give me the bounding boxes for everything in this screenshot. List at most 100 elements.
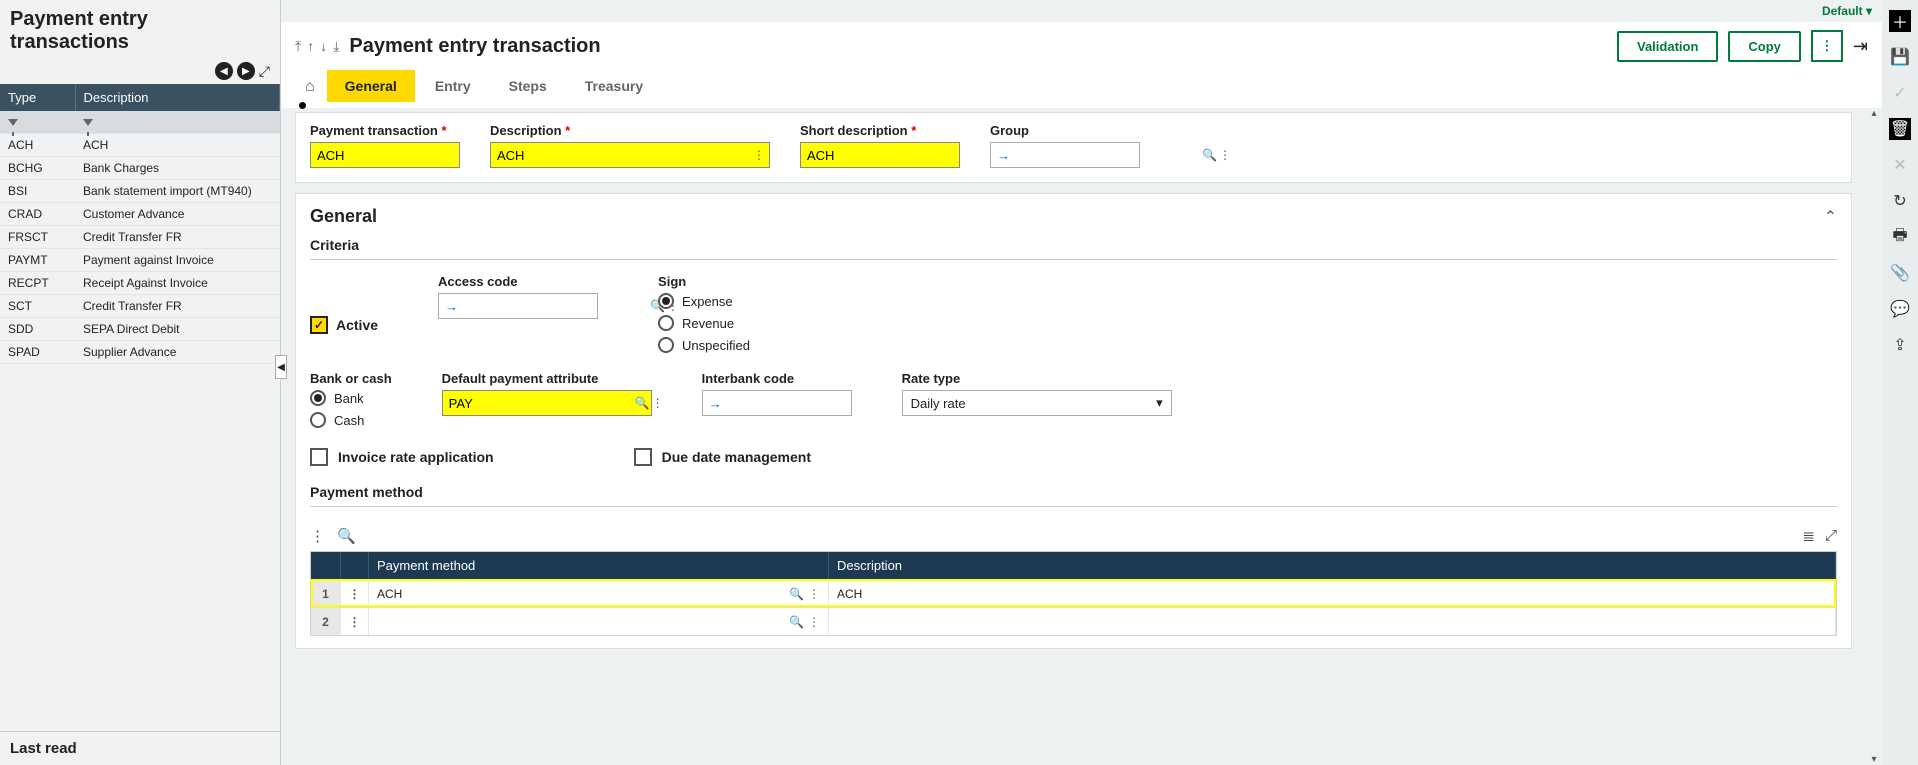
first-record-icon[interactable]: ⤒: [295, 38, 301, 55]
payment-transaction-input[interactable]: 🔍⋮: [310, 142, 460, 168]
default-payment-attr-input[interactable]: 🔍⋮: [442, 390, 652, 416]
more-icon[interactable]: ⋮: [753, 148, 765, 162]
left-panel: Payment entry transactions ◀ ▶ ⤢ Type De…: [0, 0, 281, 765]
pm-desc-col-header[interactable]: Description: [829, 552, 1836, 579]
home-tab-icon[interactable]: ⌂: [295, 72, 325, 102]
content-area: Payment transaction * 🔍⋮ Description * ⋮: [281, 108, 1866, 765]
arrow-icon: →: [703, 396, 722, 411]
row-actions-icon[interactable]: ⋮: [341, 580, 369, 607]
more-icon[interactable]: ⋮: [652, 396, 664, 410]
grid-search-icon[interactable]: 🔍: [337, 527, 356, 545]
more-icon[interactable]: ⋮: [808, 587, 820, 601]
pm-col-header[interactable]: Payment method: [369, 552, 829, 579]
last-record-icon[interactable]: ⤓: [333, 38, 339, 55]
left-panel-title: Payment entry transactions: [10, 8, 270, 54]
layers-icon[interactable]: ≣: [1802, 527, 1815, 545]
more-icon[interactable]: ⋮: [808, 615, 820, 629]
next-record-icon[interactable]: ↓: [320, 38, 327, 55]
due-date-label: Due date management: [662, 449, 811, 465]
short-description-input[interactable]: ⋮: [800, 142, 960, 168]
invoice-rate-label: Invoice rate application: [338, 449, 494, 465]
list-item[interactable]: ACHACH: [0, 134, 280, 157]
tab-steps[interactable]: Steps: [491, 70, 565, 102]
bank-radio[interactable]: Bank: [310, 390, 392, 406]
search-icon[interactable]: 🔍: [1202, 148, 1217, 162]
new-record-icon[interactable]: ＋: [1889, 10, 1911, 32]
row-actions-icon[interactable]: ⋮: [341, 608, 369, 635]
description-input[interactable]: ⋮: [490, 142, 770, 168]
tab-general[interactable]: General: [327, 70, 415, 102]
create-icon[interactable]: ✓: [1889, 82, 1911, 104]
access-code-input[interactable]: → 🔍⋮: [438, 293, 598, 319]
col-description-header[interactable]: Description: [75, 84, 280, 111]
collapse-left-panel[interactable]: ◀: [275, 355, 287, 379]
filter-description[interactable]: [75, 111, 280, 134]
prev-record-icon[interactable]: ↑: [307, 38, 314, 55]
share-icon[interactable]: ⇪: [1889, 334, 1911, 356]
cash-radio[interactable]: Cash: [310, 412, 392, 428]
refresh-icon[interactable]: ↻: [1889, 190, 1911, 212]
record-nav: ⤒ ↑ ↓ ⤓: [295, 38, 339, 55]
rate-type-select[interactable]: Daily rate ▾: [902, 390, 1172, 416]
nav-next-icon[interactable]: ▶: [237, 62, 255, 80]
due-date-checkbox[interactable]: [634, 448, 652, 466]
list-item[interactable]: BCHGBank Charges: [0, 157, 280, 180]
list-item[interactable]: SDDSEPA Direct Debit: [0, 318, 280, 341]
chevron-down-icon: ▾: [1156, 395, 1163, 411]
main-header: ⤒ ↑ ↓ ⤓ Payment entry transaction Valida…: [281, 22, 1882, 108]
default-payment-attr-label: Default payment attribute: [442, 371, 652, 386]
sign-unspecified-radio[interactable]: Unspecified: [658, 337, 750, 353]
list-item[interactable]: SCTCredit Transfer FR: [0, 295, 280, 318]
invoice-rate-checkbox[interactable]: [310, 448, 328, 466]
collapse-section-icon[interactable]: ⌃: [1824, 207, 1837, 227]
vertical-scrollbar[interactable]: ▴ ▾: [1866, 108, 1882, 765]
tab-treasury[interactable]: Treasury: [567, 70, 661, 102]
print-icon[interactable]: 🖶: [1889, 226, 1911, 248]
funnel-icon: [8, 119, 18, 126]
list-item[interactable]: FRSCTCredit Transfer FR: [0, 226, 280, 249]
group-input[interactable]: → 🔍⋮: [990, 142, 1140, 168]
payment-transaction-label: Payment transaction *: [310, 123, 460, 138]
list-item[interactable]: RECPTReceipt Against Invoice: [0, 272, 280, 295]
delete-icon[interactable]: 🗑: [1889, 118, 1911, 140]
search-icon[interactable]: 🔍: [789, 587, 804, 601]
validation-button[interactable]: Validation: [1617, 31, 1718, 62]
scroll-up-icon[interactable]: ▴: [1866, 108, 1882, 119]
cancel-icon[interactable]: ✕: [1889, 154, 1911, 176]
tabs: ⌂ General Entry Steps Treasury: [295, 70, 1868, 102]
default-dropdown[interactable]: Default ▾: [1822, 4, 1872, 18]
search-icon[interactable]: 🔍: [635, 396, 650, 410]
rate-type-label: Rate type: [902, 371, 1172, 386]
save-icon[interactable]: 💾: [1889, 46, 1911, 68]
bank-or-cash-label: Bank or cash: [310, 371, 392, 386]
more-icon[interactable]: ⋮: [1219, 148, 1231, 162]
nav-prev-icon[interactable]: ◀: [215, 62, 233, 80]
expand-grid-icon[interactable]: ⤢: [1825, 527, 1837, 545]
sign-revenue-radio[interactable]: Revenue: [658, 315, 750, 331]
comment-icon[interactable]: 💬: [1889, 298, 1911, 320]
sign-expense-radio[interactable]: Expense: [658, 293, 750, 309]
interbank-code-input[interactable]: → 🔍⋮: [702, 390, 852, 416]
expand-icon[interactable]: ⤢: [259, 63, 270, 80]
list-item[interactable]: CRADCustomer Advance: [0, 203, 280, 226]
col-type-header[interactable]: Type: [0, 84, 75, 111]
exit-icon[interactable]: ⇥: [1853, 36, 1868, 57]
arrow-icon: →: [991, 148, 1010, 163]
copy-button[interactable]: Copy: [1728, 31, 1801, 62]
tab-entry[interactable]: Entry: [417, 70, 489, 102]
list-item[interactable]: BSIBank statement import (MT940): [0, 180, 280, 203]
list-item[interactable]: PAYMTPayment against Invoice: [0, 249, 280, 272]
filter-type[interactable]: [0, 111, 75, 134]
scroll-down-icon[interactable]: ▾: [1866, 754, 1882, 765]
table-row[interactable]: 2 ⋮ 🔍⋮: [311, 607, 1836, 635]
group-label: Group: [990, 123, 1140, 138]
active-checkbox[interactable]: [310, 316, 328, 334]
general-section-title: General: [310, 206, 377, 227]
list-item[interactable]: SPADSupplier Advance: [0, 341, 280, 364]
payment-method-toolbar: ⋮ 🔍 ≣ ⤢: [310, 521, 1837, 551]
search-icon[interactable]: 🔍: [789, 615, 804, 629]
grid-actions-icon[interactable]: ⋮: [310, 527, 325, 545]
more-actions-button[interactable]: ⋮: [1811, 30, 1843, 62]
attachment-icon[interactable]: 📎: [1889, 262, 1911, 284]
table-row[interactable]: 1 ⋮ ACH 🔍⋮ ACH: [311, 579, 1836, 607]
